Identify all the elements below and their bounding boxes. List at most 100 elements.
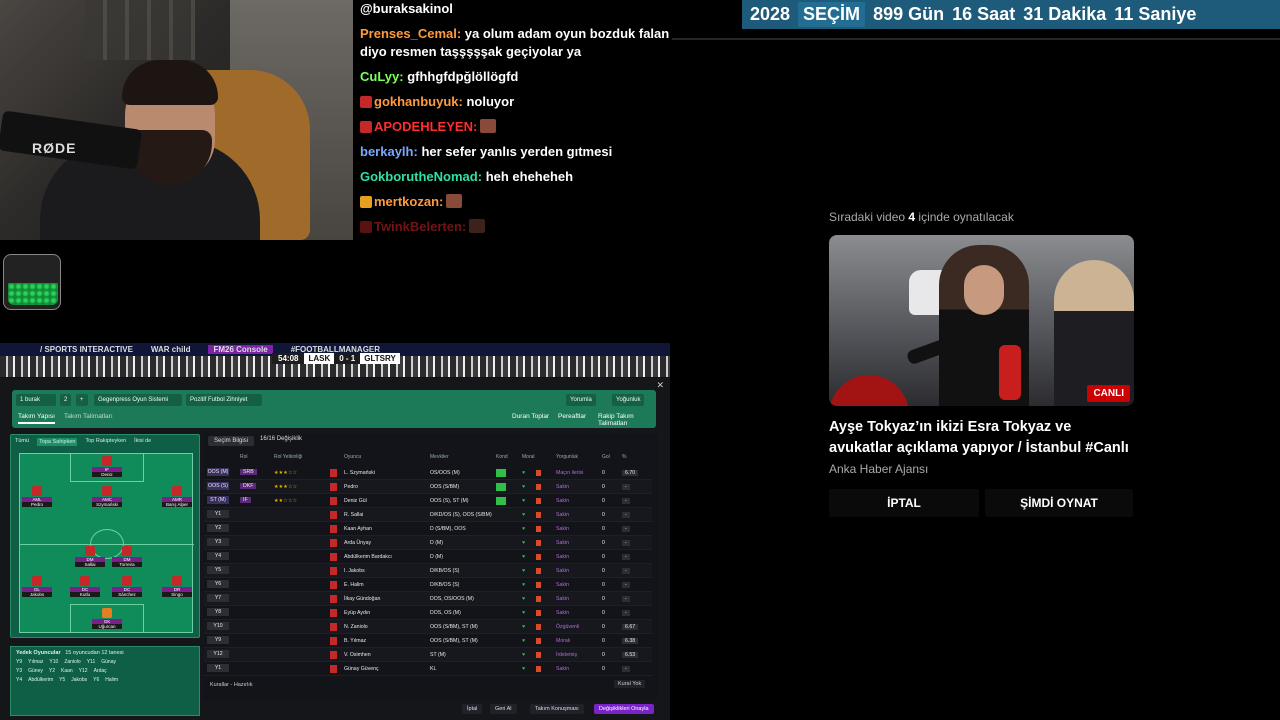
penalties-button[interactable]: Pereaftlar: [558, 413, 586, 420]
interpret-button[interactable]: Yorumla: [566, 394, 596, 406]
tactic-style-select[interactable]: Gegenpress Oyun Sistemi: [94, 394, 182, 406]
confirm-changes-button[interactable]: Değişiklikleri Onayla: [594, 704, 654, 714]
player-name[interactable]: İlkay Gündoğan: [344, 596, 380, 602]
position-cell[interactable]: Y2: [207, 524, 229, 532]
table-row[interactable]: Y9 B. Yılmaz OOS (S/BM), ST (M) ♥ Moralı 0 6.3…: [204, 634, 652, 648]
column-header[interactable]: Moral: [522, 454, 535, 460]
mentality-select[interactable]: Pozitif Futbol Zihniyet: [186, 394, 262, 406]
undo-button[interactable]: Geri Al: [490, 704, 517, 714]
selection-info-select[interactable]: Seçim Bilgisi: [208, 436, 255, 446]
position-cell[interactable]: Y1: [207, 664, 229, 672]
position-cell[interactable]: ST (M): [207, 496, 229, 504]
player-name[interactable]: I. Jakobs: [344, 568, 365, 574]
chat-username[interactable]: CuLyy:: [360, 69, 404, 84]
player-name[interactable]: Abdülkerim Bardakcı: [344, 554, 392, 560]
role-select[interactable]: IF: [240, 496, 251, 503]
column-header[interactable]: Kond: [496, 454, 508, 460]
pitch-player[interactable]: IF Deniz: [92, 456, 122, 477]
add-tactic-button[interactable]: +: [76, 394, 88, 406]
position-cell[interactable]: Y1: [207, 510, 229, 518]
no-rule-select[interactable]: Kural Yok: [614, 680, 646, 688]
position-cell[interactable]: Y6: [207, 580, 229, 588]
table-row[interactable]: Y1 R. Sallai D/KD/OS (S), OOS (S/BM) ♥ Sakin…: [204, 508, 652, 522]
tactic-slot-2[interactable]: 2: [60, 394, 72, 406]
play-now-button[interactable]: ŞİMDİ OYNAT: [985, 489, 1133, 517]
column-header[interactable]: Rol Yetkinliği: [274, 454, 302, 460]
table-row[interactable]: OOS (M) SRB ★★★☆☆ L. Szymański OS/OOS (M) ♥ Ma…: [204, 466, 652, 480]
position-cell[interactable]: Y5: [207, 566, 229, 574]
pitch-player[interactable]: GK Uğurcan: [92, 608, 122, 629]
chat-username[interactable]: Prenses_Cemal:: [360, 26, 461, 41]
table-row[interactable]: Y7 İlkay Gündoğan DOS, OS/OOS (M) ♥ Sakin 0 -: [204, 592, 652, 606]
tab-in-possession[interactable]: Topa Sahipken: [37, 438, 78, 446]
chat-username[interactable]: mertkozan:: [374, 194, 443, 209]
subs-row[interactable]: Y9 Yılmaz Y10 Zaniolo Y11 Günay: [16, 659, 194, 665]
pitch-player[interactable]: DC Kutlu: [70, 576, 100, 597]
table-row[interactable]: Y10 N. Zaniolo OOS (S/BM), ST (M) ♥ Özgüvenl…: [204, 620, 652, 634]
pitch-player[interactable]: DL Jakobs: [22, 576, 52, 597]
opposition-instructions-button[interactable]: Rakip Takım Talimatları: [598, 413, 656, 427]
position-cell[interactable]: Y4: [207, 552, 229, 560]
pitch-player[interactable]: AMR Barış Alper: [162, 486, 192, 507]
player-name[interactable]: V. Osimhen: [344, 652, 371, 658]
player-name[interactable]: Arda Ünyay: [344, 540, 371, 546]
table-row[interactable]: ST (M) IF ★★☆☆☆ Deniz Gül OOS (S), ST (M) ♥ Sa…: [204, 494, 652, 508]
column-header[interactable]: Gol: [602, 454, 610, 460]
table-row[interactable]: Y5 I. Jakobs D/KB/OS (S) ♥ Sakin 0 -: [204, 564, 652, 578]
pitch-player[interactable]: DR Singo: [162, 576, 192, 597]
table-row[interactable]: Y12 V. Osimhen ST (M) ♥ İrdelemiş 0 6.53: [204, 648, 652, 662]
column-header[interactable]: Mevkiler: [430, 454, 449, 460]
chat-username[interactable]: berkaylh:: [360, 144, 418, 159]
column-header[interactable]: Oyuncu: [344, 454, 361, 460]
role-select[interactable]: SRB: [240, 468, 257, 475]
tactic-slot-1[interactable]: 1 burak: [16, 394, 56, 406]
column-header[interactable]: Rol: [240, 454, 248, 460]
position-cell[interactable]: OOS (S): [207, 482, 229, 490]
intensity-button[interactable]: Yoğunluk: [612, 394, 645, 406]
pitch-player[interactable]: DC Sánchez: [112, 576, 142, 597]
changes-filter[interactable]: 16/16 Değişiklik: [260, 436, 302, 446]
position-cell[interactable]: Y3: [207, 538, 229, 546]
tab-team-shape[interactable]: Takım Yapısı: [18, 413, 55, 424]
tab-out-of-possession[interactable]: Top Rakipteyken: [85, 438, 126, 446]
player-name[interactable]: Eyüp Aydın: [344, 610, 370, 616]
position-cell[interactable]: Y10: [207, 622, 229, 630]
tab-both[interactable]: İkisi de: [134, 438, 151, 446]
player-name[interactable]: E. Halim: [344, 582, 364, 588]
position-cell[interactable]: Y9: [207, 636, 229, 644]
pitch-player[interactable]: DM Torreira: [112, 546, 142, 567]
player-name[interactable]: Deniz Gül: [344, 498, 367, 504]
set-pieces-button[interactable]: Duran Toplar: [512, 413, 549, 420]
table-row[interactable]: Y8 Eyüp Aydın DOS, OS (M) ♥ Sakin 0 -: [204, 606, 652, 620]
upnext-channel[interactable]: Anka Haber Ajansı: [829, 462, 928, 476]
table-row[interactable]: Y1 Günay Güvenç KL ♥ Sakin 0 -: [204, 662, 652, 676]
table-row[interactable]: Y2 Kaan Ayhan D (S/BM), OOS ♥ Sakin 0 -: [204, 522, 652, 536]
position-cell[interactable]: Y8: [207, 608, 229, 616]
column-header[interactable]: %: [622, 454, 626, 460]
subs-row[interactable]: Y3 Güney Y2 Kaan Y12 Ardaç: [16, 668, 194, 674]
player-name[interactable]: N. Zaniolo: [344, 624, 368, 630]
table-row[interactable]: Y6 E. Halim D/KB/OS (S) ♥ Sakin 0 -: [204, 578, 652, 592]
column-header[interactable]: Yorgunluk: [556, 454, 578, 460]
player-name[interactable]: Kaan Ayhan: [344, 526, 372, 532]
table-row[interactable]: Y4 Abdülkerim Bardakcı D (M) ♥ Sakin 0 -: [204, 550, 652, 564]
chat-username[interactable]: gokhanbuyuk:: [374, 94, 463, 109]
upnext-thumbnail[interactable]: CANLI: [829, 235, 1134, 406]
player-name[interactable]: B. Yılmaz: [344, 638, 366, 644]
position-cell[interactable]: Y12: [207, 650, 229, 658]
player-name[interactable]: Günay Güvenç: [344, 666, 379, 672]
chat-username[interactable]: GokborutheNomad:: [360, 169, 482, 184]
chat-username[interactable]: TwinkBelerten:: [374, 219, 466, 234]
position-cell[interactable]: OOS (M): [207, 468, 229, 476]
close-icon[interactable]: ✕: [656, 380, 664, 391]
pitch-player[interactable]: AMC Szymański: [92, 486, 122, 507]
table-row[interactable]: Y3 Arda Ünyay D (M) ♥ Sakin 0 -: [204, 536, 652, 550]
position-cell[interactable]: Y7: [207, 594, 229, 602]
table-row[interactable]: OOS (S) DKF ★★★☆☆ Pedro OOS (S/BM) ♥ Sakin 0 -: [204, 480, 652, 494]
pitch-player[interactable]: DM Sallai: [75, 546, 105, 567]
subs-row[interactable]: Y4 Abdülkerim Y5 Jakobs Y6 Halim: [16, 677, 194, 683]
chat-username[interactable]: @buraksakinol: [360, 1, 453, 16]
cancel-button[interactable]: İPTAL: [829, 489, 979, 517]
player-name[interactable]: L. Szymański: [344, 470, 375, 476]
team-talk-button[interactable]: Takım Konuşması: [530, 704, 584, 714]
